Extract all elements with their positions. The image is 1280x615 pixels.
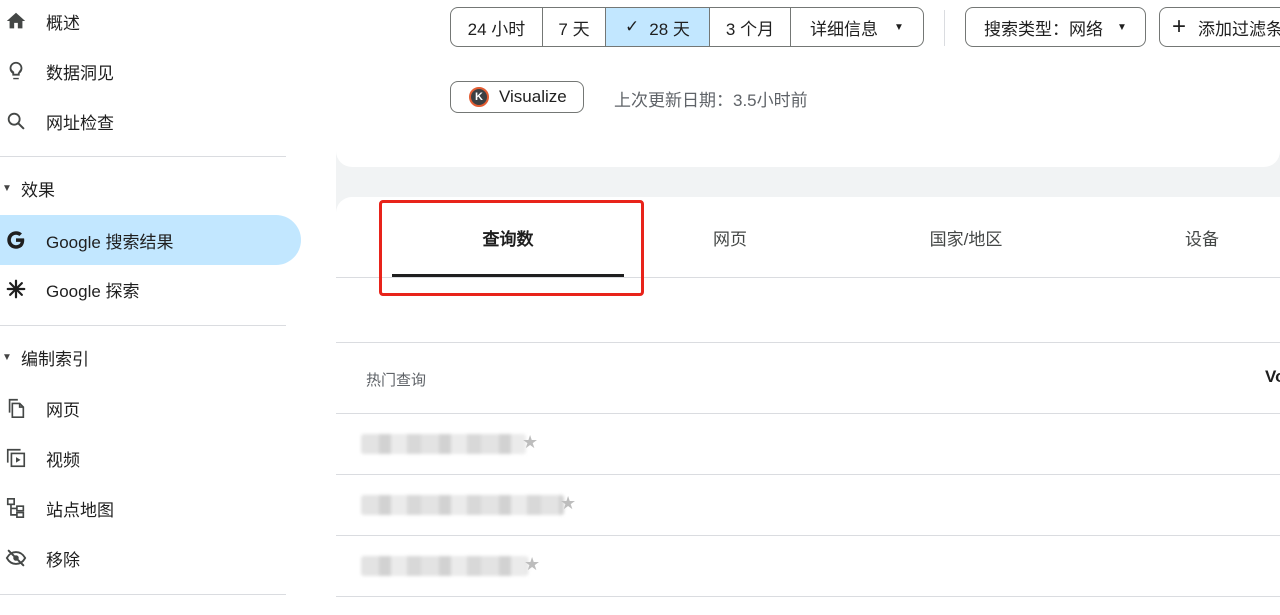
discover-asterisk-icon: [4, 277, 28, 301]
sidebar-item-label: 站点地图: [46, 500, 114, 520]
search-icon: [4, 109, 28, 133]
plus-icon: +: [1172, 13, 1187, 40]
check-icon: ✓: [625, 17, 640, 36]
range-24h-button[interactable]: 24 小时: [451, 8, 543, 46]
sidebar-divider: [0, 156, 286, 157]
sidebar-item-label: 视频: [46, 450, 80, 470]
google-g-icon: [4, 228, 28, 252]
range-label: 3 个月: [725, 19, 775, 39]
table-header: 热门查询 Vo: [336, 342, 1280, 414]
visualize-button[interactable]: K Visualize: [450, 81, 584, 113]
table-row[interactable]: ★: [336, 414, 1280, 475]
tab-pages[interactable]: 网页: [614, 197, 846, 277]
tab-devices[interactable]: 设备: [1086, 197, 1280, 277]
range-3m-button[interactable]: 3 个月: [710, 8, 791, 46]
visualize-logo-icon: K: [469, 87, 489, 107]
search-type-label: 搜索类型：网络: [984, 19, 1103, 39]
table-row[interactable]: ★: [336, 475, 1280, 536]
more-details-label: 详细信息: [810, 19, 879, 39]
column-header-truncated[interactable]: Vo: [1265, 367, 1280, 387]
table-row[interactable]: ★: [336, 536, 1280, 597]
pages-icon: [4, 396, 28, 420]
caret-down-icon: ▼: [2, 182, 12, 194]
chart-card-bottom: [336, 127, 1280, 167]
sitemap-icon: [4, 496, 28, 520]
tab-label: 国家/地区: [929, 229, 1003, 249]
range-label: 7 天: [558, 19, 590, 39]
add-filter-button[interactable]: + 添加过滤条: [1159, 7, 1280, 47]
range-label: 28 天: [649, 19, 690, 39]
results-card: 查询数 网页 国家/地区 设备 热门查询 Vo ★ ★: [336, 197, 1280, 615]
highlight-annotation: [379, 200, 644, 296]
sidebar-item-label: 数据洞见: [46, 63, 114, 83]
sidebar-item-label: 概述: [46, 13, 80, 33]
sidebar-item-label: Google 探索: [46, 281, 140, 301]
sidebar-section-label: 编制索引: [21, 349, 89, 369]
add-filter-label: 添加过滤条: [1198, 19, 1280, 39]
caret-down-icon: ▼: [2, 351, 12, 363]
lightbulb-icon: [4, 59, 28, 83]
column-header-top-queries[interactable]: 热门查询: [366, 369, 426, 390]
eye-off-icon: [4, 546, 28, 570]
sidebar-divider: [0, 594, 286, 595]
sidebar-divider: [0, 325, 286, 326]
search-type-dropdown[interactable]: 搜索类型：网络 ▼: [965, 7, 1146, 47]
main-content: 24 小时 7 天 ✓ 28 天 3 个月 详细信息 ▼ 搜索类型：网络 ▼ +: [336, 0, 1280, 615]
tab-label: 设备: [1185, 229, 1219, 249]
sidebar-item-label: 移除: [46, 550, 80, 570]
tab-countries[interactable]: 国家/地区: [850, 197, 1082, 277]
date-range-selector: 24 小时 7 天 ✓ 28 天 3 个月 详细信息 ▼: [450, 7, 924, 47]
tab-label: 网页: [713, 229, 747, 249]
visualize-label: Visualize: [499, 87, 567, 106]
range-7d-button[interactable]: 7 天: [543, 8, 606, 46]
range-label: 24 小时: [467, 19, 526, 39]
toolbar: 24 小时 7 天 ✓ 28 天 3 个月 详细信息 ▼ 搜索类型：网络 ▼ +: [336, 0, 1280, 127]
star-icon: ★: [524, 554, 541, 574]
sidebar: 概述 数据洞见 网址检查 ▼ 效果 Google 搜索结果 Google 探索 …: [0, 0, 336, 615]
range-28d-button[interactable]: ✓ 28 天: [606, 8, 710, 46]
more-details-dropdown[interactable]: 详细信息 ▼: [791, 8, 923, 46]
sidebar-item-label: 网址检查: [46, 113, 114, 133]
sidebar-item-label: Google 搜索结果: [46, 232, 174, 252]
sidebar-section-label: 效果: [21, 180, 55, 200]
blurred-query-text: [361, 434, 526, 454]
star-icon: ★: [522, 432, 539, 452]
home-icon: [4, 9, 28, 33]
blurred-query-text: [361, 556, 528, 576]
star-icon: ★: [560, 493, 577, 513]
dropdown-arrow-icon: ▼: [894, 21, 904, 33]
blurred-query-text: [361, 495, 564, 515]
sidebar-item-google-search[interactable]: Google 搜索结果: [0, 215, 301, 265]
last-updated-text: 上次更新日期：3.5小时前: [614, 91, 808, 110]
dropdown-arrow-icon: ▼: [1117, 21, 1127, 33]
sidebar-item-label: 网页: [46, 400, 80, 420]
video-icon: [4, 446, 28, 470]
toolbar-separator: [944, 10, 945, 46]
